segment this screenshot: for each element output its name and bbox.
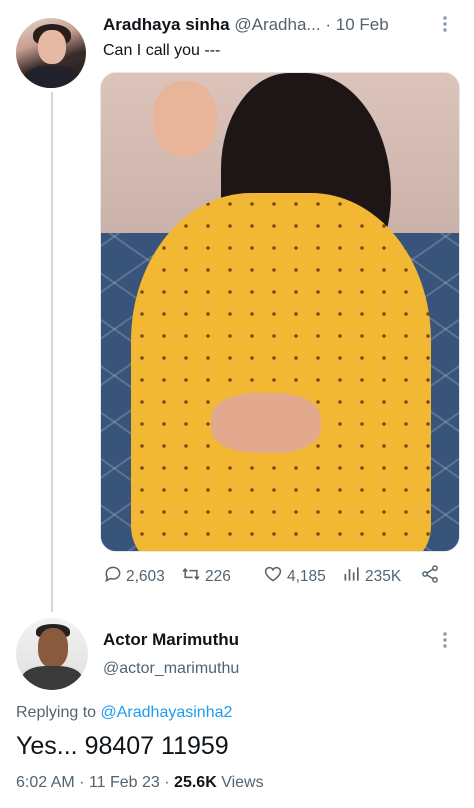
more-vertical-icon[interactable] bbox=[440, 14, 450, 39]
more-vertical-icon[interactable] bbox=[440, 630, 450, 655]
like-count: 4,185 bbox=[287, 567, 326, 585]
tweet-meta: 6:02 AM · 11 Feb 23 · 25.6K Views bbox=[16, 774, 264, 792]
reply-date[interactable]: 11 Feb 23 bbox=[89, 774, 160, 791]
retweet-count: 226 bbox=[205, 567, 231, 585]
retweet-button[interactable]: 226 bbox=[180, 564, 231, 589]
reply-author-handle[interactable]: @actor_marimuthu bbox=[103, 660, 239, 678]
views-count: 235K bbox=[365, 567, 402, 585]
reply-count: 2,603 bbox=[126, 567, 165, 585]
thread-line bbox=[51, 92, 53, 612]
separator: · bbox=[164, 774, 170, 791]
separator: · bbox=[325, 15, 331, 34]
reply-author-name[interactable]: Actor Marimuthu bbox=[103, 630, 239, 650]
retweet-icon bbox=[180, 564, 202, 589]
tweet-text: Can I call you --- bbox=[103, 42, 221, 59]
tweet-header: Aradhaya sinha @Aradha... · 10 Feb bbox=[103, 15, 389, 35]
views-chart-icon bbox=[342, 564, 362, 589]
reply-views-label: Views bbox=[221, 774, 264, 791]
share-icon bbox=[420, 564, 440, 589]
reply-icon bbox=[103, 564, 123, 589]
reply-time[interactable]: 6:02 AM bbox=[16, 774, 75, 791]
reply-views-count: 25.6K bbox=[174, 774, 217, 791]
replying-label: Replying to bbox=[16, 704, 97, 721]
avatar[interactable] bbox=[16, 618, 88, 690]
replying-handle-link[interactable]: @Aradhayasinha2 bbox=[101, 704, 233, 721]
share-button[interactable] bbox=[420, 564, 440, 589]
reply-text: Yes... 98407 11959 bbox=[16, 732, 229, 760]
tweet-photo[interactable] bbox=[100, 72, 460, 552]
heart-icon bbox=[262, 564, 284, 589]
reply-button[interactable]: 2,603 bbox=[103, 564, 165, 589]
avatar[interactable] bbox=[16, 18, 86, 88]
replying-to: Replying to @Aradhayasinha2 bbox=[16, 704, 232, 722]
separator: · bbox=[79, 774, 85, 791]
like-button[interactable]: 4,185 bbox=[262, 564, 326, 589]
tweet-date[interactable]: 10 Feb bbox=[336, 15, 389, 34]
author-handle[interactable]: @Aradha... bbox=[234, 15, 320, 34]
views-button[interactable]: 235K bbox=[342, 564, 401, 589]
author-name[interactable]: Aradhaya sinha bbox=[103, 15, 230, 34]
